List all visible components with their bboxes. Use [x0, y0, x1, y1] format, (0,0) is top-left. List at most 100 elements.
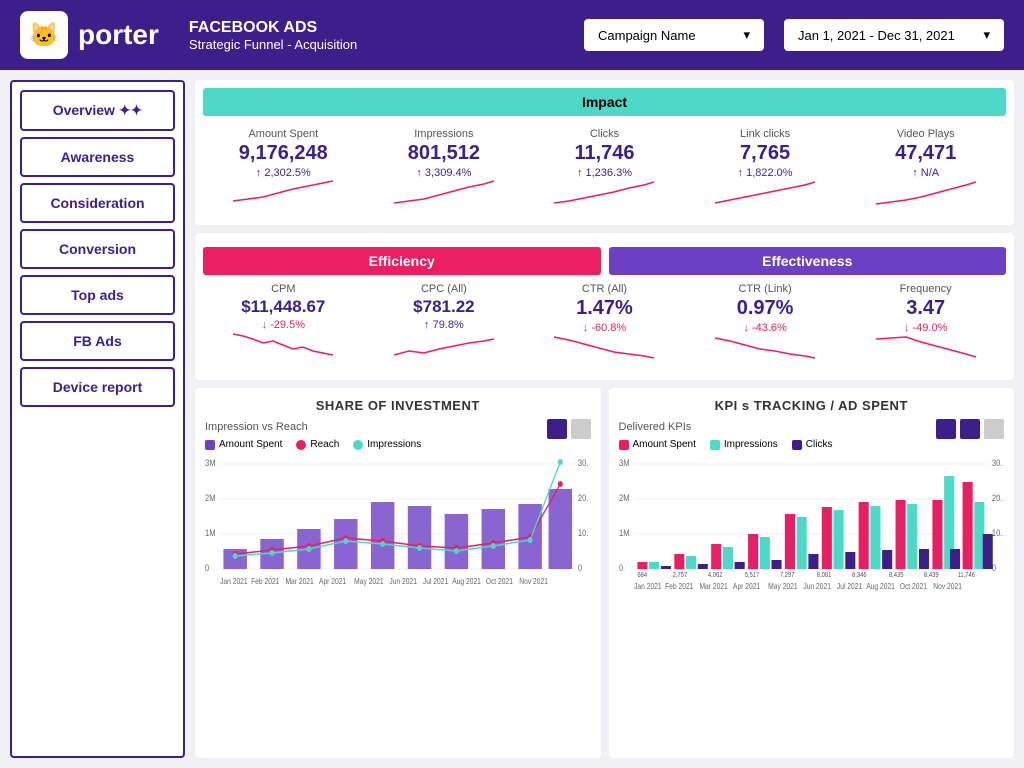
- sidebar-item-conversion[interactable]: Conversion: [20, 229, 175, 269]
- svg-text:2,757: 2,757: [672, 572, 687, 580]
- metric-link-clicks: Link clicks 7,765 ↑ 1,822.0%: [685, 124, 846, 213]
- svg-text:Jul 2021: Jul 2021: [836, 581, 861, 591]
- svg-text:Mar 2021: Mar 2021: [285, 576, 313, 586]
- svg-text:4,062: 4,062: [707, 572, 722, 580]
- svg-text:3M: 3M: [619, 457, 630, 468]
- svg-text:3M: 3M: [205, 457, 216, 468]
- impact-section: Impact Amount Spent 9,176,248 ↑ 2,302.5%…: [195, 80, 1014, 225]
- impact-metrics-row: Amount Spent 9,176,248 ↑ 2,302.5% Impres…: [203, 124, 1006, 213]
- svg-text:Jun 2021: Jun 2021: [803, 581, 831, 591]
- logo-icon: 🐱: [20, 11, 68, 59]
- svg-text:20.: 20.: [578, 492, 588, 503]
- metric-cpc: CPC (All) $781.22 ↑ 79.8%: [364, 279, 525, 368]
- svg-text:2M: 2M: [205, 492, 216, 503]
- chart-right-area: 3M 2M 1M 0 30. 20. 10. 0: [619, 454, 1005, 748]
- impact-banner: Impact: [203, 88, 1006, 116]
- efficiency-metrics-row: CPM $11,448.67 ↓ -29.5% CPC (All) $781.2…: [203, 279, 1006, 368]
- svg-text:Aug 2021: Aug 2021: [866, 581, 895, 591]
- chart-left-legend: Amount Spent Reach Impressions: [205, 439, 591, 450]
- svg-text:10.: 10.: [991, 527, 1001, 538]
- svg-text:0: 0: [205, 562, 210, 573]
- sidebar-item-device-report[interactable]: Device report: [20, 367, 175, 407]
- svg-text:2M: 2M: [619, 492, 630, 503]
- svg-text:May 2021: May 2021: [354, 576, 383, 586]
- logo-text: porter: [78, 19, 159, 51]
- metric-ctr-all: CTR (All) 1.47% ↓ -60.8%: [524, 279, 685, 368]
- metric-amount-spent: Amount Spent 9,176,248 ↑ 2,302.5%: [203, 124, 364, 213]
- efficiency-section: Efficiency Effectiveness CPM $11,448.67 …: [195, 233, 1014, 380]
- metric-video-plays: Video Plays 47,471 ↑ N/A: [845, 124, 1006, 213]
- chart-left-subtitle: Impression vs Reach: [205, 421, 308, 433]
- charts-section: SHARE OF INVESTMENT Impression vs Reach …: [195, 388, 1014, 758]
- svg-text:10.: 10.: [578, 527, 588, 538]
- svg-text:Jan 2021: Jan 2021: [634, 581, 662, 591]
- legend-dot-impressions: [353, 440, 363, 450]
- svg-text:Jul 2021: Jul 2021: [423, 576, 448, 586]
- svg-text:Feb 2021: Feb 2021: [665, 581, 693, 591]
- legend-dot-amount: [205, 440, 215, 450]
- svg-text:Nov 2021: Nov 2021: [933, 581, 962, 591]
- effectiveness-banner: Effectiveness: [609, 247, 1007, 275]
- chart-ctrl-r2[interactable]: [960, 419, 980, 439]
- svg-text:1M: 1M: [205, 527, 216, 538]
- date-dropdown[interactable]: Jan 1, 2021 - Dec 31, 2021 ▾: [784, 19, 1004, 51]
- legend-dot-reach: [296, 440, 306, 450]
- chart-left-area: 3M 2M 1M 0 30. 20. 10. 0: [205, 454, 591, 748]
- chart-ctrl-r3[interactable]: [984, 419, 1004, 439]
- header-title: FACEBOOK ADS Strategic Funnel - Acquisit…: [189, 19, 357, 52]
- svg-text:Jun 2021: Jun 2021: [389, 576, 417, 586]
- sidebar-item-overview[interactable]: Overview ✦✦: [20, 90, 175, 131]
- legend-dot-clk: [792, 440, 802, 450]
- sidebar-item-top-ads[interactable]: Top ads: [20, 275, 175, 315]
- svg-text:Mar 2021: Mar 2021: [699, 581, 727, 591]
- legend-dot-imp: [710, 440, 720, 450]
- svg-text:8,081: 8,081: [816, 572, 831, 580]
- sidebar-item-fb-ads[interactable]: FB Ads: [20, 321, 175, 361]
- metric-ctr-link: CTR (Link) 0.97% ↓ -43.6%: [685, 279, 846, 368]
- eff-banners: Efficiency Effectiveness: [203, 247, 1006, 275]
- content: Impact Amount Spent 9,176,248 ↑ 2,302.5%…: [195, 70, 1024, 768]
- svg-text:30.: 30.: [991, 457, 1001, 468]
- svg-text:May 2021: May 2021: [768, 581, 797, 591]
- chart-ctrl-2[interactable]: [571, 419, 591, 439]
- chart-right-subtitle: Delivered KPIs: [619, 421, 692, 433]
- svg-text:7,297: 7,297: [779, 572, 794, 580]
- chart-right-title: KPI s TRACKING / AD SPENT: [619, 398, 1005, 413]
- svg-text:Nov 2021: Nov 2021: [519, 576, 548, 586]
- svg-text:Oct 2021: Oct 2021: [486, 576, 513, 586]
- header-title-sub: Strategic Funnel - Acquisition: [189, 37, 357, 52]
- header: 🐱 porter FACEBOOK ADS Strategic Funnel -…: [0, 0, 1024, 70]
- header-title-main: FACEBOOK ADS: [189, 19, 357, 37]
- sparkline-amount-spent: [207, 179, 360, 209]
- campaign-dropdown[interactable]: Campaign Name ▾: [584, 19, 764, 51]
- metric-clicks: Clicks 11,746 ↑ 1,236.3%: [524, 124, 685, 213]
- svg-text:8,435: 8,435: [888, 572, 903, 580]
- svg-text:Apr 2021: Apr 2021: [319, 576, 346, 586]
- svg-text:0: 0: [619, 562, 624, 573]
- svg-text:Apr 2021: Apr 2021: [732, 581, 759, 591]
- svg-text:Feb 2021: Feb 2021: [251, 576, 279, 586]
- svg-text:684: 684: [637, 572, 647, 580]
- chart-share-investment: SHARE OF INVESTMENT Impression vs Reach …: [195, 388, 601, 758]
- chart-left-controls: [547, 419, 591, 439]
- main-body: Overview ✦✦ Awareness Consideration Conv…: [0, 70, 1024, 768]
- chart-left-title: SHARE OF INVESTMENT: [205, 398, 591, 413]
- svg-text:5,517: 5,517: [744, 572, 759, 580]
- chart-right-legend: Amount Spent Impressions Clicks: [619, 439, 1005, 450]
- svg-text:Jan 2021: Jan 2021: [220, 576, 248, 586]
- chart-right-controls: [936, 419, 1004, 439]
- svg-text:0: 0: [578, 562, 583, 573]
- sidebar-item-awareness[interactable]: Awareness: [20, 137, 175, 177]
- chart-ctrl-1[interactable]: [547, 419, 567, 439]
- svg-text:1M: 1M: [619, 527, 630, 538]
- metric-cpm: CPM $11,448.67 ↓ -29.5%: [203, 279, 364, 368]
- metric-frequency: Frequency 3.47 ↓ -49.0%: [845, 279, 1006, 368]
- sidebar-item-consideration[interactable]: Consideration: [20, 183, 175, 223]
- efficiency-banner: Efficiency: [203, 247, 601, 275]
- svg-text:20.: 20.: [991, 492, 1001, 503]
- logo-area: 🐱 porter: [20, 11, 159, 59]
- chart-ctrl-r1[interactable]: [936, 419, 956, 439]
- legend-dot-spent: [619, 440, 629, 450]
- svg-text:8,346: 8,346: [851, 572, 866, 580]
- svg-text:Aug 2021: Aug 2021: [452, 576, 481, 586]
